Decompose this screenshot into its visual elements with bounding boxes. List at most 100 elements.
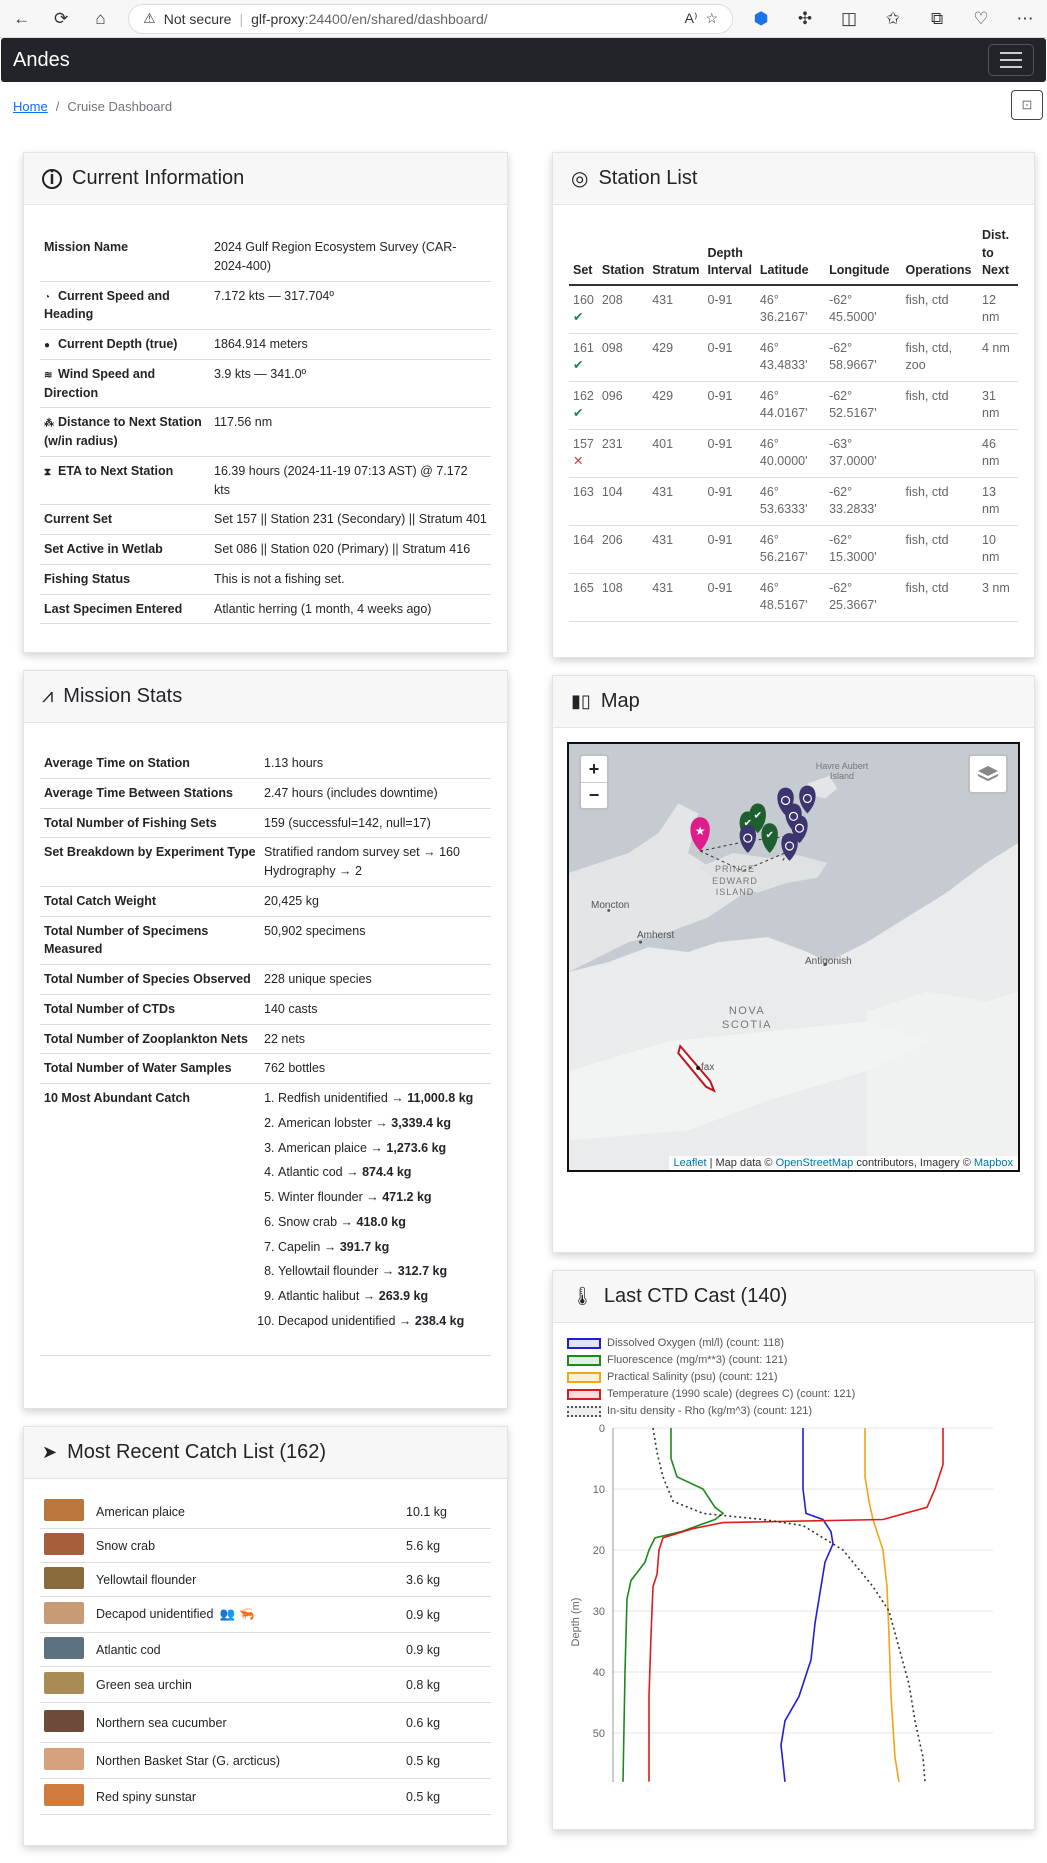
read-aloud-icon[interactable]: A⁾: [685, 10, 698, 27]
wind-icon: ≋: [44, 369, 53, 381]
more-icon[interactable]: ⋯: [1013, 9, 1037, 29]
back-icon[interactable]: ←: [10, 9, 33, 29]
catch-row[interactable]: Snow crab 5.6 kg: [40, 1528, 491, 1563]
station-col-header[interactable]: Dist. to Next: [978, 223, 1018, 286]
map-title: Map: [600, 690, 640, 712]
station-row[interactable]: 162 ✔ 096 429 0-91 46° 44.0167' -62° 52.5167' f…: [569, 381, 1018, 430]
station-col-header[interactable]: Station: [597, 223, 649, 286]
station-row[interactable]: 165 108 431 0-91 46° 48.5167' -62° 25.3667' fi…: [569, 573, 1018, 622]
station-lat: 46° 48.5167': [755, 573, 826, 622]
station-depth: 0-91: [703, 477, 756, 526]
legend-entry[interactable]: Fluorescence (mg/m**3) (count: 121): [567, 1354, 1034, 1366]
station-col-header[interactable]: Latitude: [755, 223, 826, 286]
svg-text:✔: ✔: [754, 810, 762, 821]
station-lon: -62° 52.5167': [825, 381, 902, 430]
y-tick-label: 40: [593, 1667, 605, 1679]
station-stratum: 431: [648, 284, 704, 334]
info-value: 1864.914 meters: [210, 329, 491, 360]
station-row[interactable]: 164 206 431 0-91 46° 56.2167' -62° 15.3000' fi…: [569, 525, 1018, 574]
station-station: 208: [597, 284, 649, 334]
refresh-icon[interactable]: ⟳: [49, 9, 72, 29]
station-depth: 0-91: [703, 381, 756, 430]
stat-key: Total Number of Zooplankton Nets: [40, 1024, 260, 1055]
label-nova-scotia: NOVA SCOTIA: [722, 1005, 772, 1032]
extension-icon[interactable]: ⬢: [749, 9, 773, 29]
split-screen-icon[interactable]: ◫: [837, 9, 861, 29]
check-icon: ✔: [573, 310, 584, 324]
legend-entry[interactable]: Dissolved Oxygen (ml/l) (count: 118): [567, 1337, 1034, 1349]
catch-row[interactable]: Red spiny sunstar 0.5 kg: [40, 1778, 491, 1815]
catch-row[interactable]: Northen Basket Star (G. arcticus) 0.5 kg: [40, 1742, 491, 1779]
station-lat: 46° 56.2167': [755, 525, 826, 574]
puzzle-icon[interactable]: ✣: [793, 9, 817, 29]
station-set: 160: [573, 292, 594, 307]
info-row: ⧗ ETA to Next Station 16.39 hours (2024-11…: [40, 456, 491, 506]
zoom-out-button[interactable]: −: [581, 782, 607, 808]
station-set: 165: [573, 580, 594, 595]
brand[interactable]: Andes: [13, 49, 70, 72]
favorites-icon[interactable]: ✩: [881, 9, 905, 29]
station-dist: 46 nm: [978, 429, 1018, 478]
info-key: Last Specimen Entered: [44, 601, 183, 616]
catch-row[interactable]: Yellowtail flounder 3.6 kg: [40, 1562, 491, 1597]
catch-row[interactable]: Atlantic cod 0.9 kg: [40, 1632, 491, 1667]
map-view[interactable]: ★ ✔ ✔ ✔ Havre Aubert Island PRINCE EDWAR…: [567, 742, 1020, 1172]
leaflet-link[interactable]: Leaflet: [674, 1157, 707, 1169]
health-icon[interactable]: ♡: [969, 9, 993, 29]
legend-entry[interactable]: In-situ density - Rho (kg/m^3) (count: 1…: [567, 1405, 1034, 1417]
station-lon: -62° 15.3000': [825, 525, 902, 574]
browser-toolbar: ← ⟳ ⌂ ⚠ Not secure | glf-proxy:24400/en/…: [0, 0, 1047, 38]
stat-value: 22 nets: [260, 1024, 491, 1055]
density-series-line: [652, 1427, 926, 1782]
label-halifax: fax: [701, 1062, 715, 1073]
catch-row[interactable]: American plaice 10.1 kg: [40, 1495, 491, 1529]
station-col-header[interactable]: Operations: [901, 223, 978, 286]
catch-species: Green sea urchin: [96, 1677, 192, 1692]
stat-value: 2.47 hours (includes downtime): [260, 778, 491, 809]
info-key: ETA to Next Station: [58, 463, 174, 478]
station-col-header[interactable]: Stratum: [648, 223, 704, 286]
legend-entry[interactable]: Temperature (1990 scale) (degrees C) (co…: [567, 1388, 1034, 1400]
catch-table: American plaice 10.1 kg Snow crab 5.6 kg Yel…: [40, 1495, 491, 1815]
info-value: 3.9 kts — 341.0º: [210, 359, 491, 409]
zoom-in-button[interactable]: +: [581, 756, 607, 782]
presentation-button[interactable]: ⊡: [1011, 90, 1043, 120]
species-thumbnail: [44, 1567, 84, 1589]
address-bar[interactable]: ⚠ Not secure | glf-proxy:24400/en/shared…: [128, 3, 734, 34]
station-col-header[interactable]: Depth Interval: [703, 223, 756, 286]
station-station: 231: [597, 429, 649, 478]
chart-line-icon: ⩘: [42, 685, 54, 707]
menu-toggle-button[interactable]: [988, 44, 1034, 76]
station-station: 108: [597, 573, 649, 622]
catch-species: Snow crab: [96, 1538, 156, 1553]
station-dist: 31 nm: [978, 381, 1018, 430]
collections-icon[interactable]: ⧉: [925, 9, 949, 29]
station-col-header[interactable]: Set: [569, 223, 598, 286]
shrimp-icon: 🦐: [239, 1607, 255, 1621]
abundant-item: Snow crab → 418.0 kg: [278, 1213, 487, 1232]
home-icon[interactable]: ⌂: [89, 9, 112, 29]
osm-link[interactable]: OpenStreetMap: [776, 1157, 854, 1169]
breadcrumb-home-link[interactable]: Home: [13, 99, 48, 114]
layers-button[interactable]: [968, 754, 1008, 794]
catch-species: Northen Basket Star (G. arcticus): [96, 1753, 281, 1768]
stat-key: Average Time Between Stations: [40, 778, 260, 809]
catch-weight: 0.8 kg: [402, 1666, 491, 1703]
station-col-header[interactable]: Longitude: [825, 223, 902, 286]
catch-row[interactable]: Northern sea cucumber 0.6 kg: [40, 1702, 491, 1743]
catch-row[interactable]: Decapod unidentified 👥 🦐 0.9 kg: [40, 1596, 491, 1633]
catch-row[interactable]: Green sea urchin 0.8 kg: [40, 1666, 491, 1703]
legend-entry[interactable]: Practical Salinity (psu) (count: 121): [567, 1371, 1034, 1383]
info-key: Fishing Status: [44, 571, 131, 586]
station-row[interactable]: 160 ✔ 208 431 0-91 46° 36.2167' -62° 45.5000' f…: [569, 284, 1018, 334]
catch-weight: 0.5 kg: [402, 1778, 491, 1815]
station-row[interactable]: 161 ✔ 098 429 0-91 46° 43.4833' -62° 58.9667' f…: [569, 333, 1018, 382]
station-table: Set Station Stratum Depth Interval Latitude L…: [569, 223, 1018, 622]
station-row[interactable]: 157 ✕ 231 401 0-91 46° 40.0000' -63° 37.0000' 4…: [569, 429, 1018, 478]
favorite-icon[interactable]: ☆: [705, 10, 718, 27]
stat-row: Total Number of Zooplankton Nets 22 nets: [40, 1024, 491, 1055]
mapbox-link[interactable]: Mapbox: [974, 1157, 1013, 1169]
temperature-series-line: [648, 1428, 944, 1782]
station-row[interactable]: 163 104 431 0-91 46° 53.6333' -62° 33.2833' fi…: [569, 477, 1018, 526]
station-list-card: ◎ Station List Set Station Stratum Depth In…: [552, 152, 1035, 658]
